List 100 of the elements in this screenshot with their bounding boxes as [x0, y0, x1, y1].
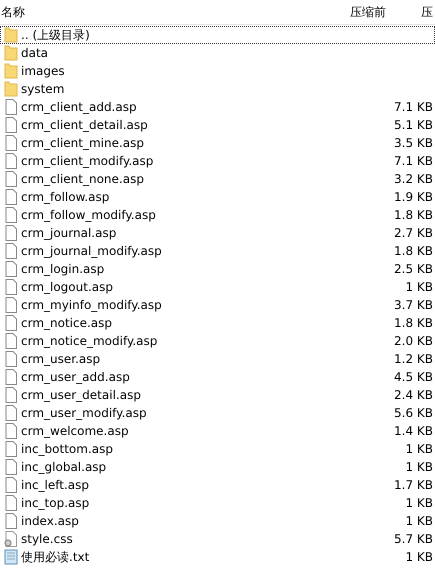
- file-row[interactable]: system: [0, 80, 435, 98]
- file-row[interactable]: crm_myinfo_modify.asp 3.7 KB: [0, 296, 435, 314]
- file-icon: [3, 261, 19, 277]
- file-row[interactable]: crm_login.asp 2.5 KB: [0, 260, 435, 278]
- file-row[interactable]: crm_follow.asp 1.9 KB: [0, 188, 435, 206]
- file-row[interactable]: inc_bottom.asp 1 KB: [0, 440, 435, 458]
- file-name: crm_user_add.asp: [21, 370, 131, 384]
- file-row[interactable]: crm_logout.asp 1 KB: [0, 278, 435, 296]
- file-icon: [3, 423, 19, 439]
- file-icon: [3, 279, 19, 295]
- file-icon: [3, 459, 19, 475]
- file-row[interactable]: 使用必读.txt 1 KB: [0, 548, 435, 566]
- file-row[interactable]: crm_notice_modify.asp 2.0 KB: [0, 332, 435, 350]
- file-name: system: [21, 82, 66, 96]
- file-size: 3.5 KB: [393, 136, 433, 150]
- file-name: crm_logout.asp: [21, 280, 114, 294]
- file-row[interactable]: crm_client_none.asp 3.2 KB: [0, 170, 435, 188]
- text-file-icon: [3, 549, 19, 565]
- file-row[interactable]: index.asp 1 KB: [0, 512, 435, 530]
- file-name: crm_client_mine.asp: [21, 136, 146, 150]
- folder-icon: [3, 45, 19, 61]
- file-size: 1.8 KB: [393, 244, 433, 258]
- file-name: crm_follow.asp: [21, 190, 110, 204]
- file-name: crm_welcome.asp: [21, 424, 130, 438]
- file-row[interactable]: crm_client_detail.asp 5.1 KB: [0, 116, 435, 134]
- file-size: 5.6 KB: [393, 406, 433, 420]
- file-icon: [3, 441, 19, 457]
- file-row[interactable]: crm_journal.asp 2.7 KB: [0, 224, 435, 242]
- file-name: crm_login.asp: [21, 262, 106, 276]
- file-row[interactable]: crm_follow_modify.asp 1.8 KB: [0, 206, 435, 224]
- file-icon: [3, 369, 19, 385]
- file-row[interactable]: crm_client_modify.asp 7.1 KB: [0, 152, 435, 170]
- file-size: 5.1 KB: [393, 118, 433, 132]
- file-size: 1.4 KB: [393, 424, 433, 438]
- file-size: 1.8 KB: [393, 316, 433, 330]
- file-row[interactable]: images: [0, 62, 435, 80]
- file-size: 2.4 KB: [393, 388, 433, 402]
- file-row[interactable]: inc_top.asp 1 KB: [0, 494, 435, 512]
- file-row[interactable]: crm_client_add.asp 7.1 KB: [0, 98, 435, 116]
- file-size: 1 KB: [404, 550, 433, 564]
- file-name: .. (上级目录): [21, 26, 91, 44]
- file-row[interactable]: style.css 5.7 KB: [0, 530, 435, 548]
- file-size: 1 KB: [404, 460, 433, 474]
- file-name: crm_user.asp: [21, 352, 102, 366]
- file-name: data: [21, 46, 50, 60]
- file-name: 使用必读.txt: [21, 548, 90, 566]
- file-icon: [3, 387, 19, 403]
- file-icon: [3, 225, 19, 241]
- file-size: 2.0 KB: [393, 334, 433, 348]
- file-size: 1 KB: [404, 280, 433, 294]
- file-name: inc_top.asp: [21, 496, 90, 510]
- file-row[interactable]: crm_user.asp 1.2 KB: [0, 350, 435, 368]
- file-row[interactable]: crm_client_mine.asp 3.5 KB: [0, 134, 435, 152]
- file-row[interactable]: data: [0, 44, 435, 62]
- file-row[interactable]: inc_global.asp 1 KB: [0, 458, 435, 476]
- file-icon: [3, 171, 19, 187]
- file-row[interactable]: crm_journal_modify.asp 1.8 KB: [0, 242, 435, 260]
- file-row[interactable]: inc_left.asp 1.7 KB: [0, 476, 435, 494]
- file-size: 1 KB: [404, 514, 433, 528]
- file-size: 7.1 KB: [393, 154, 433, 168]
- file-size: 2.7 KB: [393, 226, 433, 240]
- file-size: 1.9 KB: [393, 190, 433, 204]
- file-icon: [3, 297, 19, 313]
- file-name: inc_bottom.asp: [21, 442, 114, 456]
- file-size: 5.7 KB: [393, 532, 433, 546]
- file-row[interactable]: crm_notice.asp 1.8 KB: [0, 314, 435, 332]
- file-icon: [3, 153, 19, 169]
- file-row[interactable]: crm_welcome.asp 1.4 KB: [0, 422, 435, 440]
- file-name: crm_journal_modify.asp: [21, 244, 163, 258]
- column-heading[interactable]: 压: [419, 4, 435, 20]
- file-row[interactable]: crm_user_add.asp 4.5 KB: [0, 368, 435, 386]
- file-name: crm_notice_modify.asp: [21, 334, 158, 348]
- file-name: crm_myinfo_modify.asp: [21, 298, 163, 312]
- file-row[interactable]: .. (上级目录): [0, 26, 435, 44]
- file-name: crm_client_detail.asp: [21, 118, 149, 132]
- file-row[interactable]: crm_user_modify.asp 5.6 KB: [0, 404, 435, 422]
- file-name: crm_client_modify.asp: [21, 154, 154, 168]
- file-name: crm_journal.asp: [21, 226, 118, 240]
- file-size: 1 KB: [404, 496, 433, 510]
- file-icon: [3, 117, 19, 133]
- column-heading[interactable]: 压缩前: [341, 4, 419, 20]
- file-name: inc_left.asp: [21, 478, 90, 492]
- file-name: crm_client_none.asp: [21, 172, 145, 186]
- file-size: 7.1 KB: [393, 100, 433, 114]
- folder-icon: [3, 63, 19, 79]
- file-name: inc_global.asp: [21, 460, 108, 474]
- file-icon: [3, 477, 19, 493]
- file-size: 3.7 KB: [393, 298, 433, 312]
- file-row[interactable]: crm_user_detail.asp 2.4 KB: [0, 386, 435, 404]
- file-size: 1.7 KB: [393, 478, 433, 492]
- file-size: 1.8 KB: [393, 208, 433, 222]
- column-heading[interactable]: 名称: [0, 4, 341, 20]
- file-name: crm_follow_modify.asp: [21, 208, 157, 222]
- file-name: style.css: [21, 532, 74, 546]
- settings-file-icon: [3, 531, 19, 547]
- file-icon: [3, 207, 19, 223]
- file-icon: [3, 405, 19, 421]
- file-icon: [3, 495, 19, 511]
- file-icon: [3, 351, 19, 367]
- file-icon: [3, 333, 19, 349]
